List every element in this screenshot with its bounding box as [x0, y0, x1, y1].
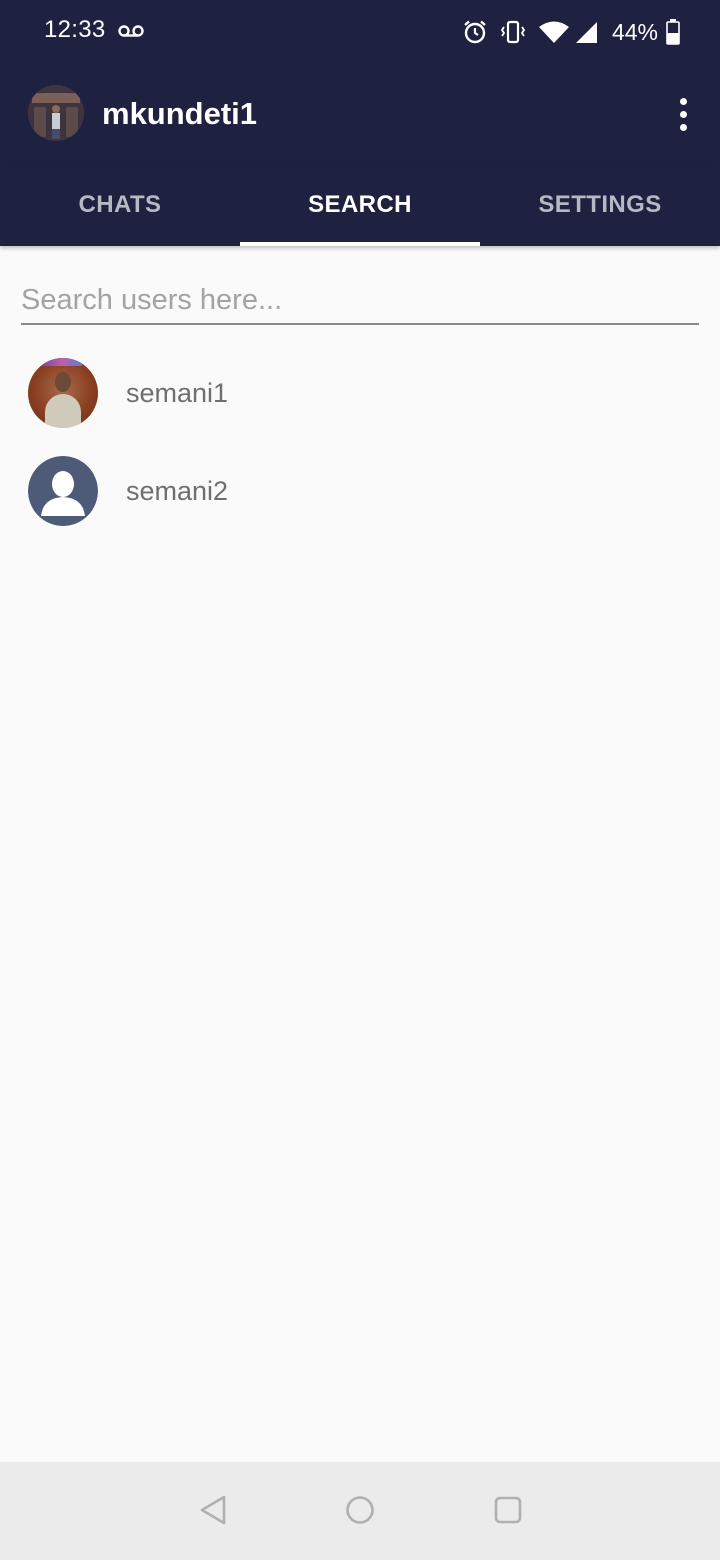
recents-icon[interactable]: [493, 1494, 523, 1531]
battery-icon: [666, 19, 680, 45]
status-time: 12:33: [44, 16, 106, 43]
list-item[interactable]: semani1: [0, 344, 720, 442]
profile-avatar[interactable]: [28, 85, 84, 141]
battery-percent: 44%: [611, 18, 658, 45]
tab-chats[interactable]: CHATS: [0, 164, 240, 246]
more-vert-icon[interactable]: [668, 90, 698, 138]
search-input[interactable]: [21, 278, 699, 322]
tab-bar: CHATS SEARCH SETTINGS: [0, 164, 720, 246]
app-title: mkundeti1: [102, 96, 258, 131]
user-list: semani1 semani2: [0, 344, 720, 540]
list-item[interactable]: semani2: [0, 442, 720, 540]
app-bar: mkundeti1: [0, 64, 720, 164]
home-icon[interactable]: [344, 1494, 376, 1531]
alarm-icon: [462, 19, 488, 45]
status-bar: 12:33 44%: [0, 0, 720, 64]
tab-search[interactable]: SEARCH: [240, 164, 480, 246]
system-nav-bar: [0, 1462, 720, 1560]
user-name: semani1: [126, 377, 229, 408]
search-field: [21, 278, 699, 325]
tab-settings[interactable]: SETTINGS: [480, 164, 720, 246]
status-icons: 44%: [462, 16, 680, 48]
default-person-icon: [28, 456, 98, 526]
cell-signal-icon: [574, 20, 598, 44]
wifi-icon: [538, 20, 570, 44]
user-name: semani2: [126, 475, 229, 506]
voicemail-icon: [118, 24, 144, 43]
back-icon[interactable]: [198, 1494, 228, 1531]
vibrate-icon: [500, 19, 526, 45]
user-avatar: [28, 358, 98, 428]
